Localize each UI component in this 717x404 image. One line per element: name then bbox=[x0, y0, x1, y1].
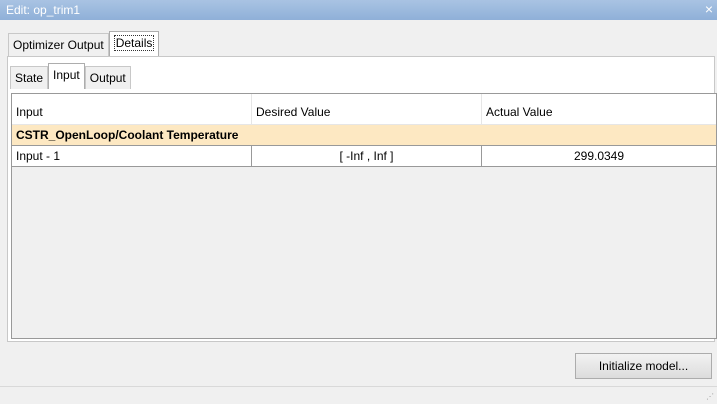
cell-input-name: Input - 1 bbox=[12, 145, 252, 166]
column-header-desired-value[interactable]: Desired Value bbox=[252, 94, 482, 124]
tab-output-label: Output bbox=[89, 71, 126, 85]
footer-divider bbox=[0, 386, 717, 387]
group-row: CSTR_OpenLoop/Coolant Temperature bbox=[12, 125, 716, 145]
title-bar: Edit: op_trim1 × bbox=[0, 0, 717, 20]
initialize-model-button[interactable]: Initialize model... bbox=[575, 353, 712, 379]
tab-details-label: Details bbox=[113, 35, 155, 51]
tab-details[interactable]: Details bbox=[108, 31, 160, 56]
window-title: Edit: op_trim1 bbox=[6, 3, 81, 17]
input-table: Input Desired Value Actual Value CSTR_Op… bbox=[11, 93, 717, 339]
tab-optimizer-output-label: Optimizer Output bbox=[13, 38, 104, 52]
top-tab-strip: Optimizer Output Details bbox=[8, 31, 160, 56]
resize-grip-icon[interactable]: ⋰ bbox=[706, 393, 714, 401]
tab-optimizer-output[interactable]: Optimizer Output bbox=[8, 33, 109, 56]
table-header: Input Desired Value Actual Value bbox=[12, 94, 716, 125]
column-header-input[interactable]: Input bbox=[12, 94, 252, 124]
tab-input-label: Input bbox=[53, 68, 80, 82]
column-header-actual-value[interactable]: Actual Value bbox=[482, 94, 716, 124]
table-row[interactable]: Input - 1 [ -Inf , Inf ] 299.0349 bbox=[12, 145, 716, 167]
tab-output[interactable]: Output bbox=[84, 66, 131, 89]
close-icon[interactable]: × bbox=[705, 1, 713, 17]
tab-state[interactable]: State bbox=[10, 66, 49, 89]
tab-state-label: State bbox=[15, 71, 44, 85]
cell-actual-value: 299.0349 bbox=[482, 145, 716, 166]
cell-desired-value[interactable]: [ -Inf , Inf ] bbox=[252, 145, 482, 166]
tab-input[interactable]: Input bbox=[48, 63, 85, 89]
sub-tab-strip: State Input Output bbox=[10, 63, 131, 89]
